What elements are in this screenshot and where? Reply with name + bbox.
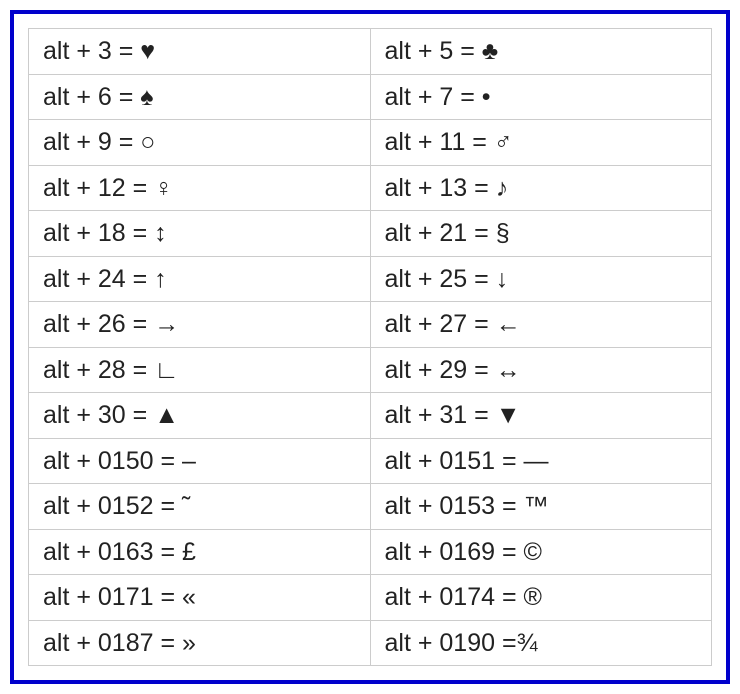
table-row: alt + 0150 = –alt + 0151 = — (29, 438, 712, 484)
alt-code-symbol: ↓ (496, 265, 509, 293)
alt-code-label: alt + 0169 = (385, 538, 524, 566)
alt-code-cell-left: alt + 12 = ♀ (29, 165, 371, 211)
alt-code-cell-left: alt + 0171 = « (29, 575, 371, 621)
alt-code-symbol: ♥ (140, 37, 155, 65)
alt-code-symbol: ˜ (182, 492, 190, 520)
alt-code-label: alt + 25 = (385, 265, 496, 293)
alt-code-cell-left: alt + 0150 = – (29, 438, 371, 484)
alt-code-cell-right: alt + 0174 = ® (370, 575, 712, 621)
alt-codes-frame: alt + 3 = ♥alt + 5 = ♣alt + 6 = ♠alt + 7… (10, 10, 730, 684)
table-row: alt + 26 = →alt + 27 = ← (29, 302, 712, 348)
alt-code-symbol: ← (496, 310, 521, 338)
table-row: alt + 0163 = £alt + 0169 = © (29, 529, 712, 575)
alt-code-label: alt + 5 = (385, 37, 482, 65)
alt-code-label: alt + 29 = (385, 356, 496, 384)
table-row: alt + 30 = ▲alt + 31 = ▼ (29, 393, 712, 439)
alt-code-label: alt + 0187 = (43, 629, 182, 657)
alt-code-cell-left: alt + 28 = ∟ (29, 347, 371, 393)
alt-code-cell-left: alt + 6 = ♠ (29, 74, 371, 120)
alt-code-label: alt + 12 = (43, 174, 154, 202)
alt-code-symbol: ¾ (517, 629, 538, 657)
alt-code-symbol: ∟ (154, 356, 178, 384)
alt-code-symbol: • (482, 83, 491, 111)
alt-code-label: alt + 26 = (43, 310, 154, 338)
alt-code-label: alt + 0151 = (385, 447, 524, 475)
alt-code-symbol: « (182, 583, 196, 611)
alt-code-label: alt + 3 = (43, 37, 140, 65)
alt-code-symbol: ○ (140, 128, 155, 156)
alt-code-label: alt + 30 = (43, 401, 154, 429)
alt-code-label: alt + 24 = (43, 265, 154, 293)
alt-code-cell-right: alt + 0153 = ™ (370, 484, 712, 530)
alt-code-label: alt + 31 = (385, 401, 496, 429)
alt-code-label: alt + 18 = (43, 219, 154, 247)
table-row: alt + 0152 = ˜alt + 0153 = ™ (29, 484, 712, 530)
alt-code-cell-left: alt + 3 = ♥ (29, 29, 371, 75)
alt-code-cell-left: alt + 9 = ○ (29, 120, 371, 166)
alt-code-symbol: § (496, 219, 510, 247)
alt-code-symbol: ♪ (496, 174, 509, 202)
alt-code-cell-left: alt + 30 = ▲ (29, 393, 371, 439)
alt-code-cell-right: alt + 21 = § (370, 211, 712, 257)
alt-code-symbol: £ (182, 538, 196, 566)
alt-code-cell-right: alt + 25 = ↓ (370, 256, 712, 302)
alt-code-cell-right: alt + 29 = ↔ (370, 347, 712, 393)
alt-code-cell-right: alt + 0169 = © (370, 529, 712, 575)
alt-code-label: alt + 0174 = (385, 583, 524, 611)
alt-codes-tbody: alt + 3 = ♥alt + 5 = ♣alt + 6 = ♠alt + 7… (29, 29, 712, 666)
alt-code-label: alt + 6 = (43, 83, 140, 111)
table-row: alt + 6 = ♠alt + 7 = • (29, 74, 712, 120)
alt-code-cell-right: alt + 11 = ♂ (370, 120, 712, 166)
alt-code-cell-left: alt + 18 = ↕ (29, 211, 371, 257)
alt-code-cell-left: alt + 0152 = ˜ (29, 484, 371, 530)
table-row: alt + 3 = ♥alt + 5 = ♣ (29, 29, 712, 75)
alt-code-symbol: ™ (524, 492, 549, 520)
table-row: alt + 9 = ○alt + 11 = ♂ (29, 120, 712, 166)
alt-code-label: alt + 0150 = (43, 447, 182, 475)
alt-code-label: alt + 28 = (43, 356, 154, 384)
alt-code-cell-right: alt + 7 = • (370, 74, 712, 120)
alt-code-label: alt + 7 = (385, 83, 482, 111)
table-row: alt + 28 = ∟alt + 29 = ↔ (29, 347, 712, 393)
alt-code-label: alt + 13 = (385, 174, 496, 202)
alt-code-cell-left: alt + 0163 = £ (29, 529, 371, 575)
alt-code-symbol: ♠ (140, 83, 153, 111)
alt-code-label: alt + 0152 = (43, 492, 182, 520)
alt-code-symbol: ↑ (154, 265, 167, 293)
table-row: alt + 0171 = «alt + 0174 = ® (29, 575, 712, 621)
alt-code-symbol: © (524, 538, 542, 566)
alt-code-symbol: ▲ (154, 401, 179, 429)
table-row: alt + 18 = ↕alt + 21 = § (29, 211, 712, 257)
alt-code-cell-right: alt + 0151 = — (370, 438, 712, 484)
alt-code-symbol: » (182, 629, 196, 657)
alt-code-symbol: ▼ (496, 401, 521, 429)
alt-code-symbol: – (182, 447, 196, 475)
table-row: alt + 12 = ♀alt + 13 = ♪ (29, 165, 712, 211)
alt-code-symbol: → (154, 310, 179, 338)
alt-code-cell-right: alt + 5 = ♣ (370, 29, 712, 75)
alt-code-label: alt + 27 = (385, 310, 496, 338)
alt-code-symbol: ♂ (494, 128, 513, 156)
alt-code-cell-left: alt + 24 = ↑ (29, 256, 371, 302)
alt-code-symbol: ® (524, 583, 542, 611)
alt-code-symbol: ♣ (482, 37, 498, 65)
alt-code-cell-right: alt + 31 = ▼ (370, 393, 712, 439)
alt-code-label: alt + 0171 = (43, 583, 182, 611)
alt-code-label: alt + 9 = (43, 128, 140, 156)
alt-codes-table: alt + 3 = ♥alt + 5 = ♣alt + 6 = ♠alt + 7… (28, 28, 712, 666)
alt-code-cell-right: alt + 27 = ← (370, 302, 712, 348)
alt-code-label: alt + 0190 = (385, 629, 517, 657)
alt-code-symbol: ↔ (496, 356, 521, 384)
alt-code-cell-left: alt + 26 = → (29, 302, 371, 348)
table-row: alt + 24 = ↑alt + 25 = ↓ (29, 256, 712, 302)
alt-code-label: alt + 0153 = (385, 492, 524, 520)
alt-code-cell-right: alt + 13 = ♪ (370, 165, 712, 211)
alt-code-symbol: ↕ (154, 219, 167, 247)
alt-code-symbol: ♀ (154, 174, 173, 202)
alt-code-symbol: — (524, 447, 549, 475)
alt-code-label: alt + 0163 = (43, 538, 182, 566)
alt-code-label: alt + 11 = (385, 128, 494, 156)
alt-code-label: alt + 21 = (385, 219, 496, 247)
